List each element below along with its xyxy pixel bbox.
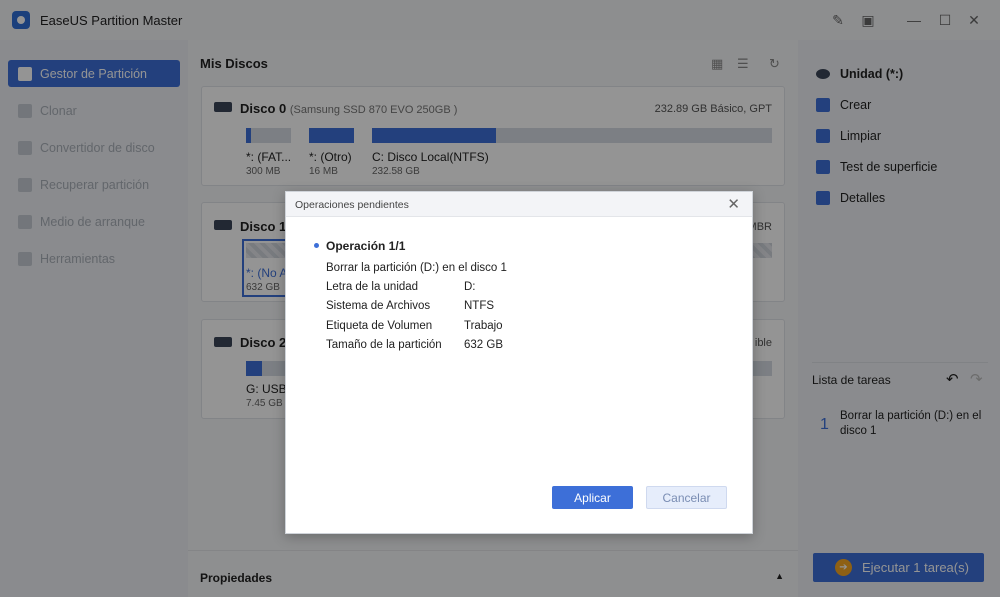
detail-value: Trabajo	[464, 320, 503, 332]
close-icon[interactable]: ✕	[727, 195, 740, 213]
dialog-title: Operaciones pendientes	[295, 199, 409, 211]
bullet-icon	[314, 243, 319, 248]
detail-key: Letra de la unidad	[326, 281, 419, 293]
operation-title: Operación 1/1	[326, 239, 406, 253]
detail-key: Etiqueta de Volumen	[326, 320, 433, 332]
dialog-header: Operaciones pendientes ✕	[286, 192, 752, 217]
pending-operations-dialog: Operaciones pendientes ✕ Operación 1/1 B…	[285, 191, 753, 534]
detail-key: Tamaño de la partición	[326, 339, 442, 351]
detail-value: 632 GB	[464, 339, 503, 351]
detail-key: Sistema de Archivos	[326, 300, 431, 312]
detail-value: D:	[464, 281, 476, 293]
apply-button[interactable]: Aplicar	[552, 486, 633, 509]
detail-value: NTFS	[464, 300, 495, 312]
operation-description: Borrar la partición (D:) en el disco 1	[326, 262, 507, 274]
cancel-button[interactable]: Cancelar	[646, 486, 727, 509]
